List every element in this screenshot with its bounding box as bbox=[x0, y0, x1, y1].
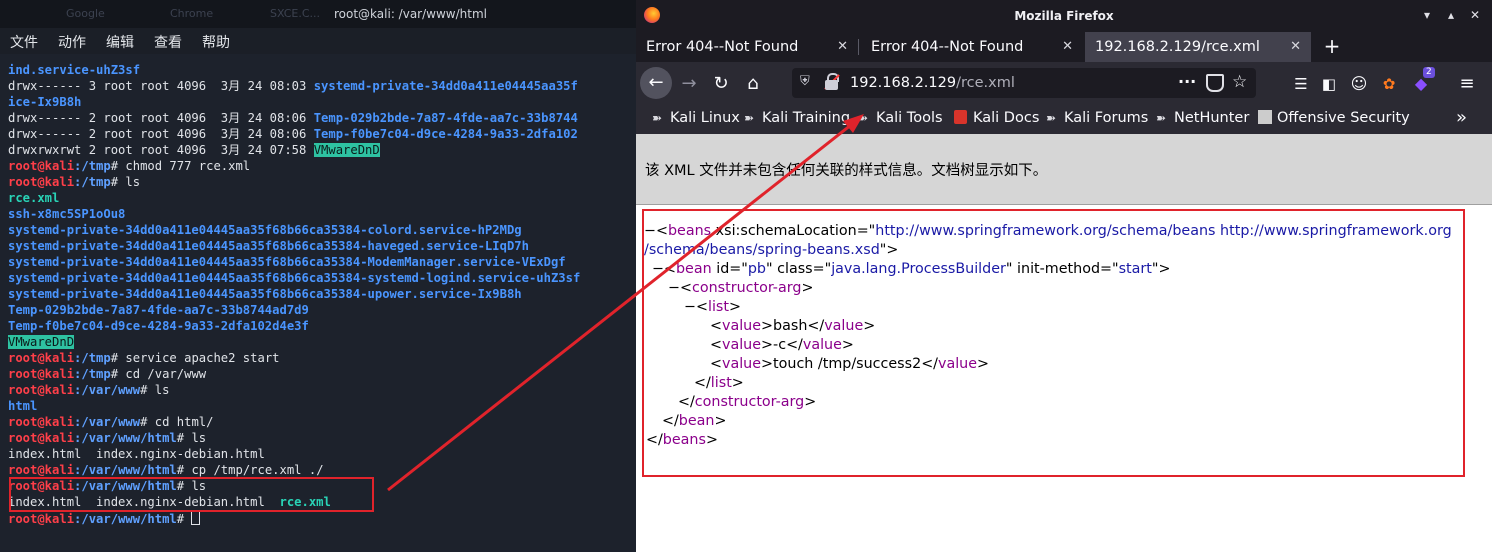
annotation-arrow bbox=[387, 114, 864, 492]
